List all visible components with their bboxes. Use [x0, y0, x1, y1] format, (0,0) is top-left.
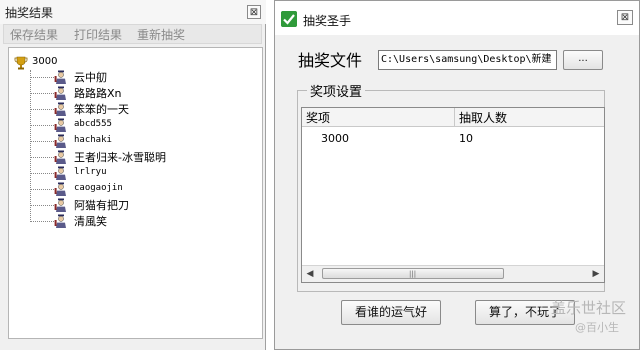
scroll-right-icon[interactable]: ▶: [588, 266, 604, 282]
watermark-author: @百小生: [575, 321, 619, 334]
tree-connector: [30, 189, 54, 190]
person-icon: [54, 214, 66, 228]
prize-list[interactable]: 奖项 抽取人数 3000 10 ◀ ||| ▶: [301, 107, 605, 283]
tree-connector: [30, 77, 54, 78]
winner-name: 清風笑: [74, 215, 107, 228]
scroll-left-icon[interactable]: ◀: [302, 266, 318, 282]
file-path-field[interactable]: C:\Users\samsung\Desktop\新建: [378, 50, 557, 70]
menu-print-results[interactable]: 打印结果: [74, 26, 122, 43]
lottery-title-bar: 抽奖圣手 ⊠: [275, 1, 639, 35]
tree-connector: [30, 141, 54, 142]
person-icon: [54, 102, 66, 116]
results-title-bar: 抽奖结果 ⊠: [0, 0, 266, 24]
group-title: 奖项设置: [307, 81, 366, 100]
tree-connector: [30, 173, 54, 174]
tree-connector: [30, 109, 54, 110]
app-icon: [281, 11, 297, 27]
results-window-title: 抽奖结果: [5, 6, 54, 20]
person-icon: [54, 198, 66, 212]
person-icon: [54, 70, 66, 84]
tree-connector: [30, 157, 54, 158]
tree-connector: [30, 93, 54, 94]
close-icon[interactable]: ⊠: [247, 5, 261, 19]
person-icon: [54, 118, 66, 132]
winner-name: 路路路Xn: [74, 87, 122, 100]
column-header-prize[interactable]: 奖项: [306, 109, 330, 126]
horizontal-scrollbar[interactable]: ◀ ||| ▶: [302, 265, 604, 282]
winner-name: 笨笨的一天: [74, 103, 129, 116]
person-icon: [54, 86, 66, 100]
winner-name: 云中舠: [74, 71, 107, 84]
tree-root-prize[interactable]: 3000: [32, 56, 57, 67]
menu-save-results[interactable]: 保存结果: [10, 26, 58, 43]
winner-name: caogaojin: [74, 183, 123, 193]
scroll-thumb[interactable]: |||: [322, 268, 504, 279]
count-cell[interactable]: 10: [459, 132, 473, 145]
person-icon: [54, 182, 66, 196]
winner-name: abcd555: [74, 119, 112, 129]
tree-connector: [30, 221, 54, 222]
results-window: 抽奖结果 ⊠ 保存结果 打印结果 重新抽奖 3000 云中舠 路路路Xn 笨笨的…: [0, 0, 266, 350]
watermark-text: 盖乐世社区: [551, 299, 627, 317]
lottery-window-title: 抽奖圣手: [303, 14, 352, 28]
winner-name: hachaki: [74, 135, 112, 145]
person-icon: [54, 150, 66, 164]
person-icon: [54, 134, 66, 148]
browse-button[interactable]: ...: [563, 50, 603, 70]
column-header-count[interactable]: 抽取人数: [459, 109, 507, 126]
person-icon: [54, 166, 66, 180]
winner-name: 王者归来-冰雪聪明: [74, 151, 166, 164]
winner-name: 阿猫有把刀: [74, 199, 129, 212]
tree-connector: [30, 125, 54, 126]
grip-icon: |||: [409, 270, 417, 278]
prize-cell[interactable]: 3000: [321, 132, 349, 145]
trophy-icon: [14, 56, 28, 70]
tree-connector: [30, 205, 54, 206]
winner-name: lrlryu: [74, 167, 107, 177]
column-divider[interactable]: [454, 108, 455, 126]
list-header: 奖项 抽取人数: [302, 108, 604, 127]
lucky-draw-button[interactable]: 看谁的运气好: [341, 300, 441, 325]
results-menu-bar: 保存结果 打印结果 重新抽奖: [3, 24, 262, 44]
results-tree: 3000 云中舠 路路路Xn 笨笨的一天 abcd555 hachaki 王者归…: [8, 47, 263, 339]
close-icon[interactable]: ⊠: [617, 10, 633, 25]
menu-redraw[interactable]: 重新抽奖: [137, 26, 185, 43]
file-label: 抽奖文件: [298, 51, 363, 70]
